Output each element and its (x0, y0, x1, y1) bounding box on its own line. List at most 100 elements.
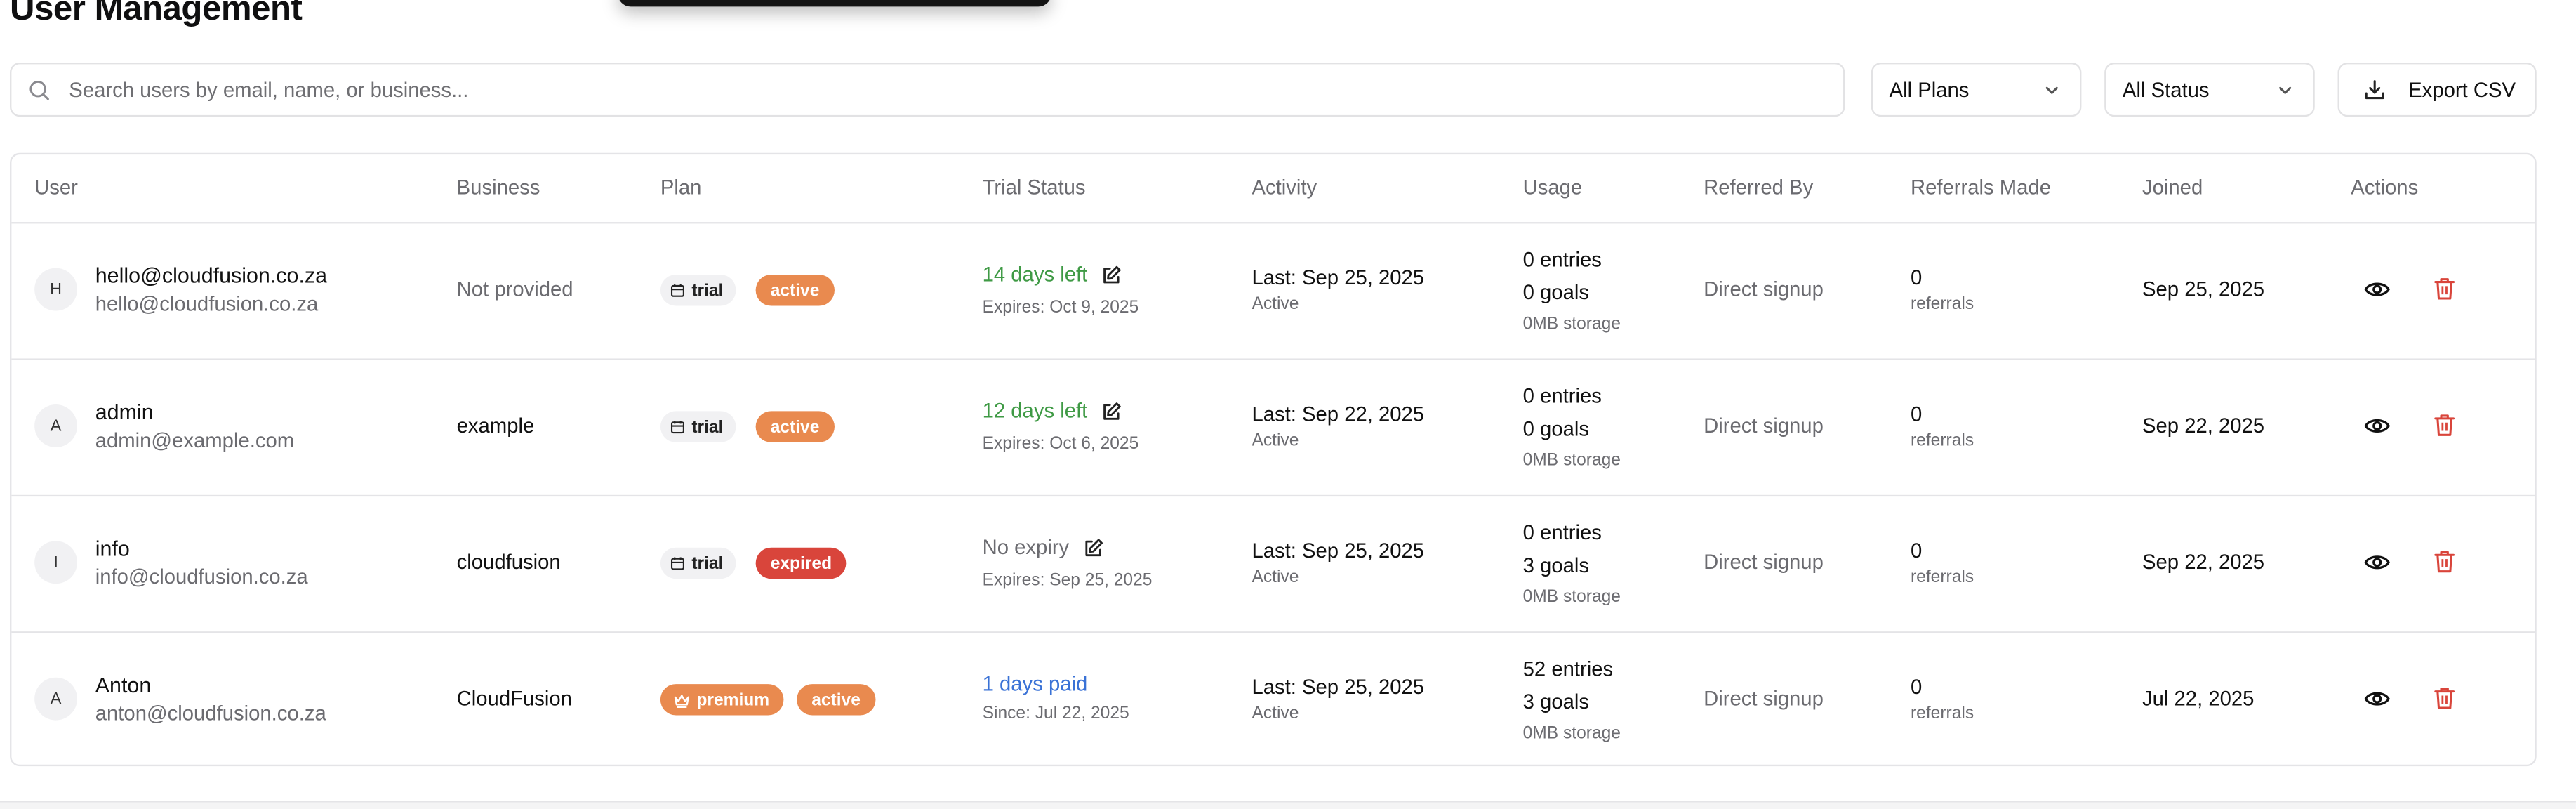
avatar: A (34, 404, 78, 447)
chevron-down-icon (2045, 86, 2058, 93)
usage-goals: 0 goals (1522, 417, 1589, 441)
trial-status-text: 14 days left (982, 263, 1088, 287)
joined-date: Sep 25, 2025 (2142, 277, 2265, 301)
last-activity: Last: Sep 25, 2025 (1252, 266, 1425, 290)
joined-date: Jul 22, 2025 (2142, 687, 2255, 711)
users-table: User Business Plan Trial Status Activity… (10, 152, 2537, 767)
activity-status: Active (1252, 704, 1299, 724)
last-activity: Last: Sep 25, 2025 (1252, 676, 1425, 699)
user-email: anton@cloudfusion.co.za (95, 702, 326, 725)
joined-date: Sep 22, 2025 (2142, 551, 2265, 574)
plan-filter-select[interactable]: All Plans (1871, 62, 2082, 117)
header-user: User (34, 176, 78, 199)
status-badge: active (755, 275, 835, 306)
last-activity: Last: Sep 25, 2025 (1252, 539, 1425, 563)
edit-icon[interactable] (1101, 400, 1122, 421)
view-eye-icon[interactable] (2364, 414, 2390, 438)
search-icon (29, 79, 49, 100)
referrals-label: referrals (1911, 567, 1974, 587)
export-csv-button[interactable]: Export CSV (2337, 62, 2537, 117)
view-eye-icon[interactable] (2364, 278, 2390, 301)
table-header: User Business Plan Trial Status Activity… (11, 154, 2535, 224)
usage-entries: 52 entries (1522, 657, 1614, 681)
plan-label: trial (691, 280, 724, 301)
referrals-label: referrals (1911, 430, 1974, 451)
avatar: I (34, 541, 78, 584)
referrals-label: referrals (1911, 294, 1974, 315)
business-name: cloudfusion (456, 551, 561, 574)
view-eye-icon[interactable] (2364, 688, 2390, 711)
trial-expiry: Expires: Oct 9, 2025 (982, 297, 1139, 317)
delete-trash-icon[interactable] (2433, 685, 2456, 710)
user-name: hello@cloudfusion.co.za (95, 263, 328, 288)
user-email: hello@cloudfusion.co.za (95, 292, 319, 316)
user-management-page: User Management All Plans All Status Exp… (0, 0, 2576, 809)
referrals-count: 0 (1911, 539, 1923, 563)
user-name: info (95, 536, 130, 561)
table-row: A admin admin@example.com example trial … (11, 358, 2535, 497)
edit-icon[interactable] (1101, 264, 1122, 285)
calendar-icon (670, 557, 684, 570)
status-badge: active (755, 411, 835, 442)
header-actions: Actions (2351, 176, 2419, 199)
header-usage: Usage (1522, 176, 1583, 199)
avatar: H (34, 268, 78, 311)
trial-status-text: 12 days left (982, 399, 1088, 423)
trial-expiry: Expires: Oct 6, 2025 (982, 434, 1139, 454)
usage-goals: 3 goals (1522, 554, 1589, 577)
referrals-count: 0 (1911, 402, 1923, 426)
edit-icon[interactable] (1082, 537, 1103, 558)
delete-trash-icon[interactable] (2433, 413, 2456, 438)
delete-trash-icon[interactable] (2433, 276, 2456, 301)
table-row: A Anton anton@cloudfusion.co.za CloudFus… (11, 631, 2535, 765)
plan-label: trial (691, 553, 724, 574)
referred-by: Direct signup (1704, 277, 1824, 301)
usage-storage: 0MB storage (1522, 586, 1621, 607)
header-joined: Joined (2142, 176, 2203, 199)
trial-status: 12 days left (983, 400, 1122, 423)
trial-expiry: Expires: Sep 25, 2025 (982, 570, 1153, 591)
usage-storage: 0MB storage (1522, 450, 1621, 471)
plan-filter-value: All Plans (1889, 78, 1970, 102)
plan-badge-trial: trial (660, 275, 737, 306)
search-box[interactable] (10, 62, 1845, 117)
business-name: CloudFusion (456, 687, 572, 711)
status-filter-select[interactable]: All Status (2104, 62, 2315, 117)
status-badge: active (797, 684, 875, 716)
usage-goals: 0 goals (1522, 281, 1589, 305)
user-name: admin (95, 399, 154, 425)
header-activity: Activity (1252, 176, 1317, 199)
delete-trash-icon[interactable] (2433, 549, 2456, 574)
usage-storage: 0MB storage (1522, 723, 1621, 744)
export-csv-label: Export CSV (2408, 78, 2516, 102)
plan-badge-trial: trial (660, 411, 737, 442)
floating-toast (618, 0, 1051, 7)
view-eye-icon[interactable] (2364, 551, 2390, 574)
trial-status-text: 1 days paid (982, 672, 1088, 696)
usage-entries: 0 entries (1522, 521, 1602, 545)
trial-status: 1 days paid (983, 673, 1088, 696)
activity-status: Active (1252, 294, 1299, 315)
table-row: I info info@cloudfusion.co.za cloudfusio… (11, 495, 2535, 633)
user-email: admin@example.com (95, 429, 295, 452)
plan-label: trial (691, 416, 724, 437)
download-icon (2365, 80, 2384, 100)
activity-status: Active (1252, 430, 1299, 451)
status-filter-value: All Status (2122, 78, 2210, 102)
search-input[interactable] (65, 76, 1844, 103)
table-row: H hello@cloudfusion.co.za hello@cloudfus… (11, 222, 2535, 360)
plan-label: premium (696, 690, 770, 710)
calendar-icon (670, 421, 684, 434)
header-trial-status: Trial Status (982, 176, 1086, 199)
status-badge: expired (755, 547, 847, 579)
usage-entries: 0 entries (1522, 384, 1602, 408)
referrals-count: 0 (1911, 676, 1923, 699)
header-business: Business (456, 176, 540, 199)
referrals-label: referrals (1911, 704, 1974, 724)
usage-goals: 3 goals (1522, 690, 1589, 714)
plan-badge-trial: trial (660, 547, 737, 579)
trial-status: No expiry (983, 536, 1104, 559)
page-title: User Management (10, 0, 303, 28)
header-referrals-made: Referrals Made (1911, 176, 2052, 199)
referred-by: Direct signup (1704, 551, 1824, 574)
